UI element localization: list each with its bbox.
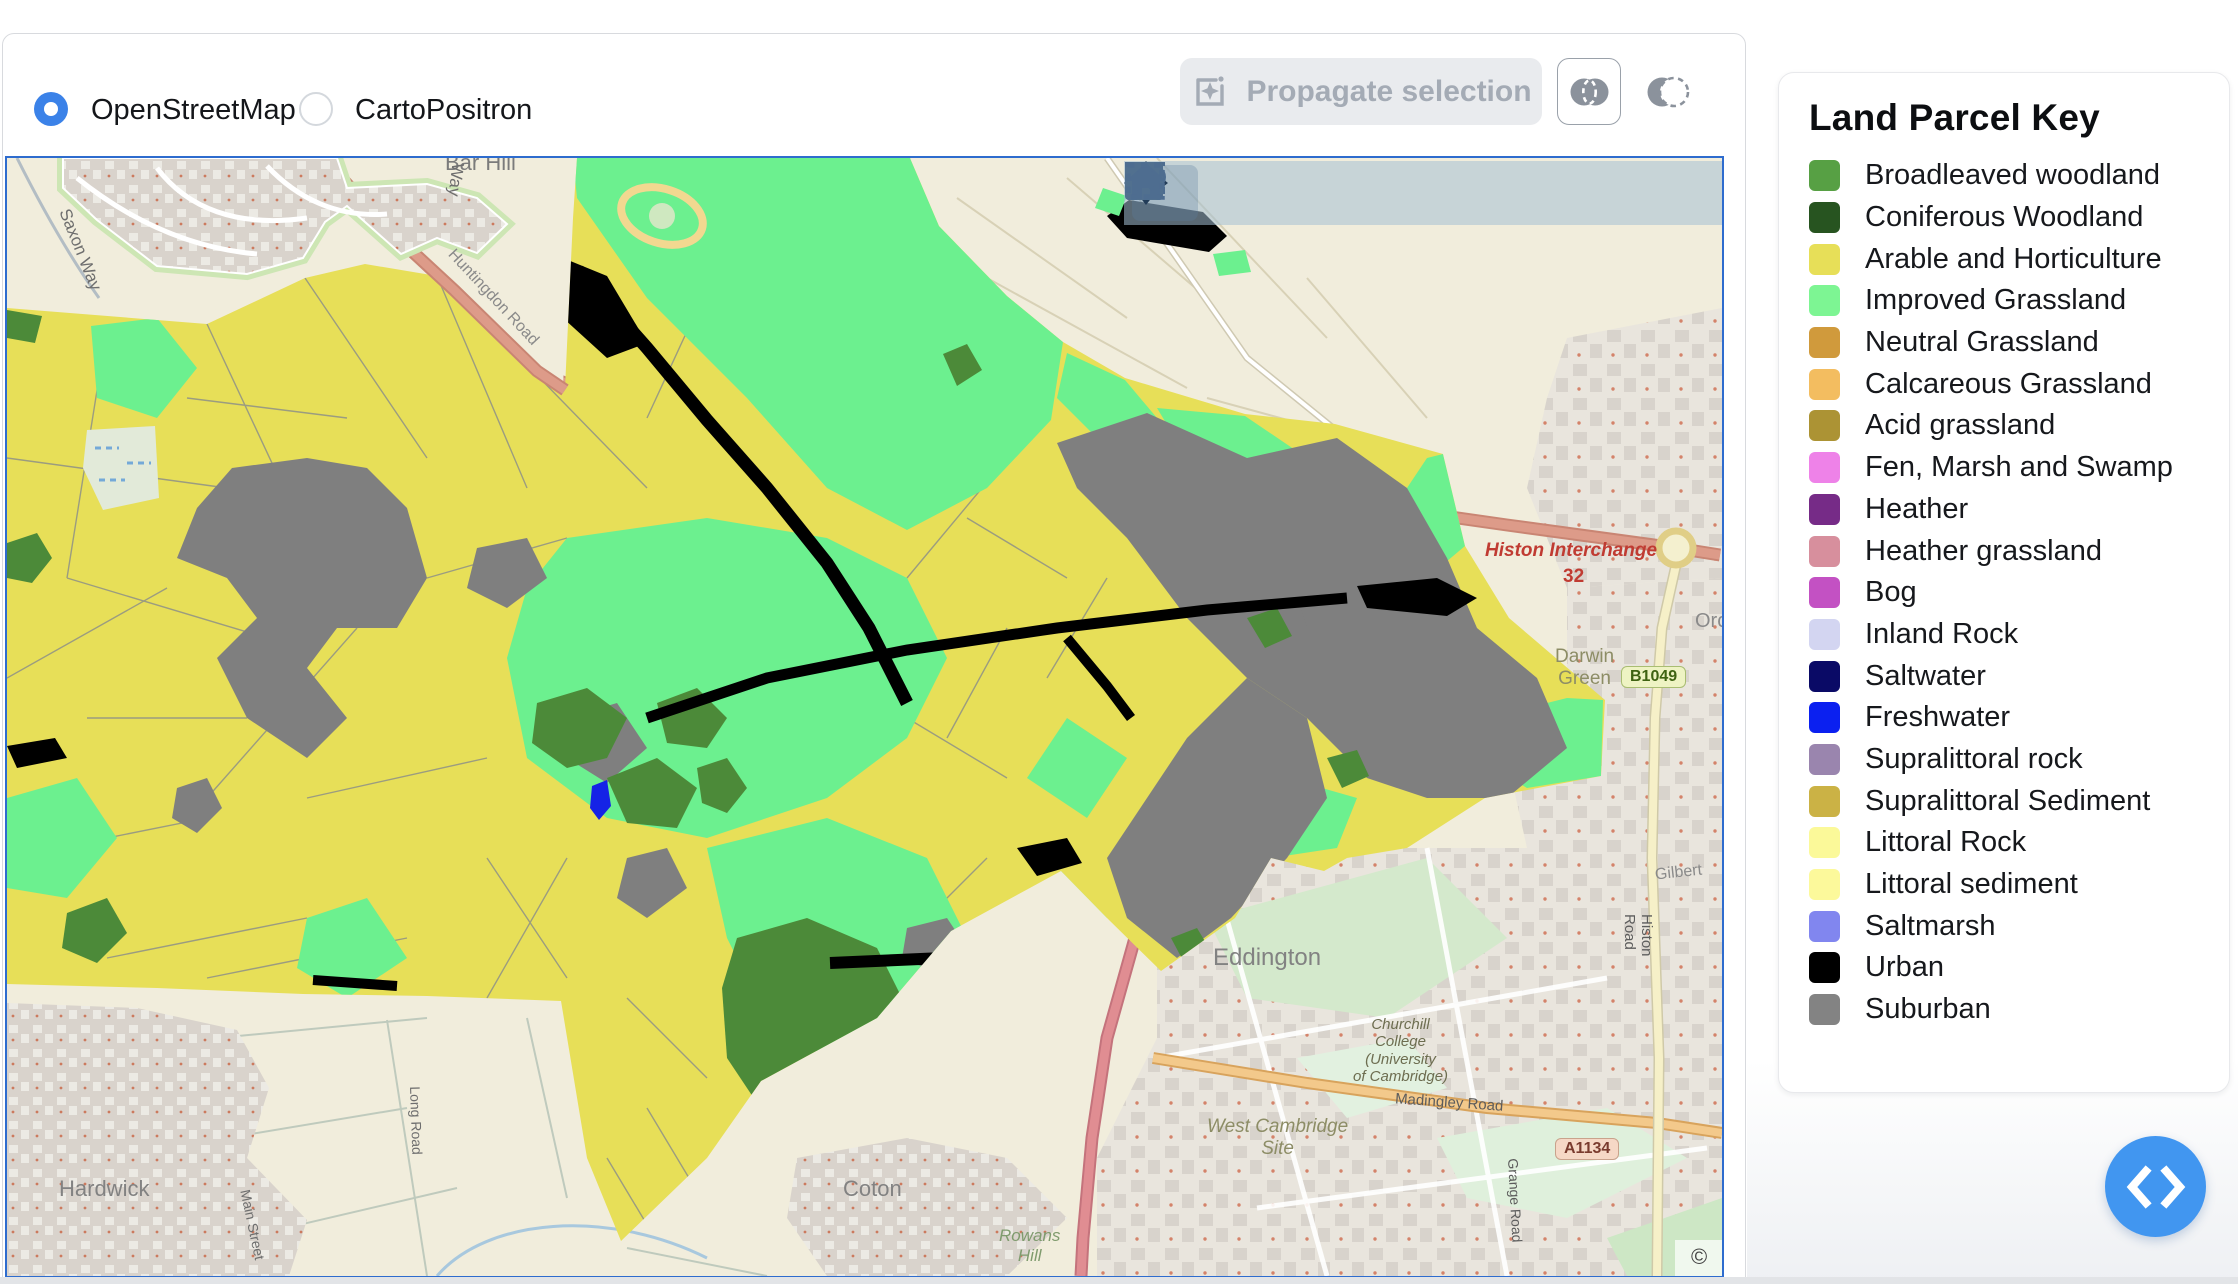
- legend-item: Fen, Marsh and Swamp: [1809, 447, 2209, 489]
- pan-icon[interactable]: [1124, 161, 1272, 221]
- legend-item: Urban: [1809, 947, 2209, 989]
- legend-swatch: [1809, 535, 1840, 567]
- legend-item: Suburban: [1809, 989, 2209, 1031]
- legend-item: Acid grassland: [1809, 405, 2209, 447]
- map-modebar: [1124, 161, 1722, 225]
- overlap-selection-mode-button[interactable]: [1557, 58, 1621, 125]
- zoom-out-icon[interactable]: [1125, 162, 1554, 221]
- legend-swatch: [1809, 493, 1840, 525]
- map-panel: OpenStreetMap CartoPositron Propagate se…: [2, 33, 1746, 1279]
- box-select-icon[interactable]: [1125, 162, 1338, 221]
- map-canvas[interactable]: Bar Hill Way Saxon Way Huntingdon Road H…: [5, 156, 1724, 1278]
- legend-swatch: [1809, 452, 1840, 484]
- legend-swatch: [1809, 285, 1840, 317]
- legend-item: Bog: [1809, 572, 2209, 614]
- legend-swatch: [1809, 368, 1840, 400]
- overlap-circles-icon: [1566, 73, 1612, 111]
- legend-swatch: [1809, 869, 1840, 901]
- legend-swatch: [1809, 702, 1840, 734]
- legend-item: Saltwater: [1809, 655, 2209, 697]
- page-background: OpenStreetMap CartoPositron Propagate se…: [0, 0, 2238, 1284]
- radio-openstreetmap-label[interactable]: OpenStreetMap: [91, 94, 296, 127]
- propagate-selection-label: Propagate selection: [1246, 74, 1532, 108]
- difference-circles-icon: [1643, 72, 1693, 112]
- legend-swatch: [1809, 327, 1840, 359]
- home-icon[interactable]: [1126, 163, 1620, 221]
- zoom-in-icon[interactable]: [1125, 162, 1488, 221]
- radio-cartopositron[interactable]: [299, 92, 333, 126]
- legend-item: Freshwater: [1809, 697, 2209, 739]
- legend-swatch: [1809, 952, 1840, 984]
- legend-swatch: [1809, 994, 1840, 1026]
- sparkle-frame-icon: [1190, 72, 1230, 112]
- page-bottom-strip: [0, 1277, 2238, 1284]
- legend-item: Supralittoral Sediment: [1809, 780, 2209, 822]
- legend-swatch: [1809, 785, 1840, 817]
- difference-selection-mode-button[interactable]: [1643, 72, 1693, 112]
- radio-cartopositron-label[interactable]: CartoPositron: [355, 94, 532, 127]
- legend-item: Littoral Rock: [1809, 822, 2209, 864]
- legend-swatch: [1809, 202, 1840, 234]
- legend-item: Neutral Grassland: [1809, 322, 2209, 364]
- legend-item: Broadleaved woodland: [1809, 155, 2209, 197]
- legend-swatch: [1809, 577, 1840, 609]
- land-parcel-key-card: Land Parcel Key Broadleaved woodland Con…: [1778, 72, 2230, 1093]
- legend-item: Heather grassland: [1809, 530, 2209, 572]
- legend-title: Land Parcel Key: [1809, 97, 2100, 138]
- legend-item: Inland Rock: [1809, 614, 2209, 656]
- legend-swatch: [1809, 410, 1840, 442]
- clear-selection-icon[interactable]: [1125, 162, 1706, 221]
- legend-item: Arable and Horticulture: [1809, 238, 2209, 280]
- legend-swatch: [1809, 827, 1840, 859]
- legend-item: Coniferous Woodland: [1809, 197, 2209, 239]
- legend-swatch: [1809, 618, 1840, 650]
- legend-item: Calcareous Grassland: [1809, 363, 2209, 405]
- legend-item: Improved Grassland: [1809, 280, 2209, 322]
- radio-openstreetmap[interactable]: [34, 92, 68, 126]
- legend-swatch: [1809, 243, 1840, 275]
- code-chevrons-icon: [2124, 1164, 2188, 1209]
- legend-item: Littoral sediment: [1809, 864, 2209, 906]
- legend-item: Saltmarsh: [1809, 905, 2209, 947]
- lasso-select-icon[interactable]: [1129, 163, 1404, 221]
- legend-list: Broadleaved woodland Coniferous Woodland…: [1809, 155, 2209, 1030]
- legend-swatch: [1809, 743, 1840, 775]
- legend-swatch: [1809, 660, 1840, 692]
- legend-swatch: [1809, 910, 1840, 942]
- propagate-selection-button[interactable]: Propagate selection: [1180, 58, 1542, 125]
- map-header: OpenStreetMap CartoPositron Propagate se…: [3, 34, 1745, 154]
- code-panel-toggle-button[interactable]: [2105, 1136, 2206, 1237]
- legend-swatch: [1809, 160, 1840, 192]
- legend-item: Supralittoral rock: [1809, 739, 2209, 781]
- legend-item: Heather: [1809, 489, 2209, 531]
